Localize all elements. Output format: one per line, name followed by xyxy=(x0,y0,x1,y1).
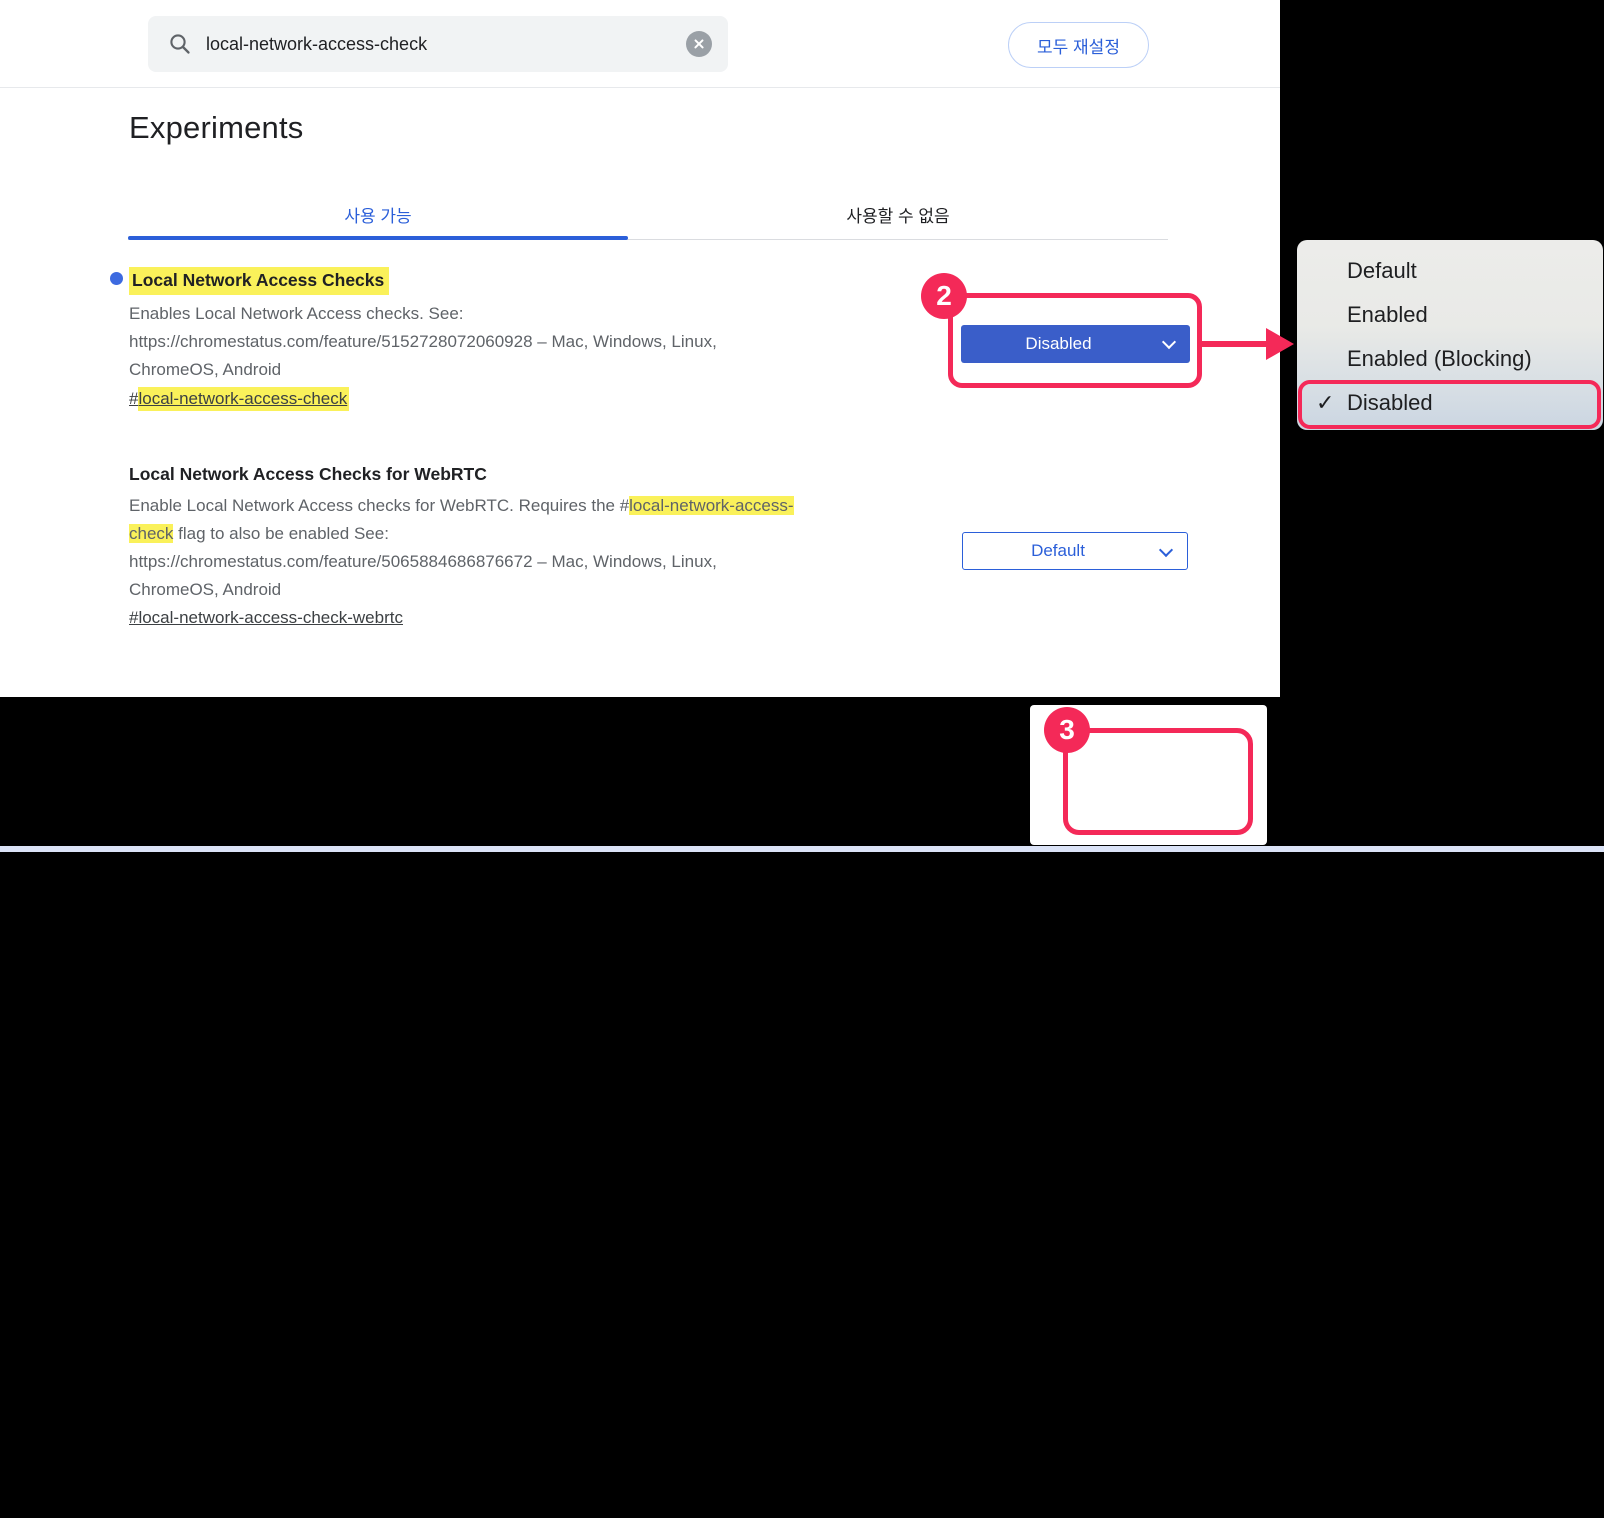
annotation-arrow-shaft xyxy=(1200,341,1270,347)
screenshot-canvas: local-network-access-check 모두 재설정 Experi… xyxy=(0,0,1604,852)
flag1-title: Local Network Access Checks xyxy=(129,267,389,295)
annotation-box-step3 xyxy=(1063,728,1253,835)
annotation-badge-step3: 3 xyxy=(1044,707,1090,753)
flag2-desc-part2: flag to also be enabled See: xyxy=(173,524,389,543)
flag1-description-line1: Enables Local Network Access checks. See… xyxy=(129,304,464,324)
window-bottom-edge xyxy=(0,846,1604,852)
flag1-permalink[interactable]: #local-network-access-check xyxy=(129,389,349,409)
annotation-badge-step2: 2 xyxy=(921,273,967,319)
active-tab-underline xyxy=(128,236,628,240)
flag2-select-value: Default xyxy=(1031,541,1085,561)
search-input[interactable]: local-network-access-check xyxy=(148,16,728,72)
flag2-desc-part1: Enable Local Network Access checks for W… xyxy=(129,496,629,515)
flag2-description-line1: Enable Local Network Access checks for W… xyxy=(129,496,794,516)
menu-item-enabled-blocking[interactable]: Enabled (Blocking) xyxy=(1297,337,1603,381)
annotation-box-disabled-option xyxy=(1298,380,1601,429)
flag1-description-line2: https://chromestatus.com/feature/5152728… xyxy=(129,332,717,352)
chevron-down-icon xyxy=(1159,543,1173,557)
reset-all-button[interactable]: 모두 재설정 xyxy=(1008,22,1149,68)
annotation-arrow-head-icon xyxy=(1266,328,1294,360)
flag2-description-line3: https://chromestatus.com/feature/5065884… xyxy=(129,552,717,572)
flag2-description-line4: ChromeOS, Android xyxy=(129,580,281,600)
flag-modified-dot xyxy=(110,272,123,285)
search-value[interactable]: local-network-access-check xyxy=(206,34,686,55)
menu-item-enabled[interactable]: Enabled xyxy=(1297,293,1603,337)
flag2-desc-highlight1: local-network-access- xyxy=(629,496,793,515)
flag2-title: Local Network Access Checks for WebRTC xyxy=(129,464,487,485)
flag2-description-line2: check flag to also be enabled See: xyxy=(129,524,389,544)
menu-item-default[interactable]: Default xyxy=(1297,249,1603,293)
tab-available[interactable]: 사용 가능 xyxy=(128,192,628,236)
flag1-permalink-text: local-network-access-check xyxy=(138,387,349,411)
flag1-description-line3: ChromeOS, Android xyxy=(129,360,281,380)
annotation-box-step2 xyxy=(948,293,1202,388)
flag2-desc-highlight2: check xyxy=(129,524,173,543)
search-icon xyxy=(168,32,192,56)
flags-header: local-network-access-check 모두 재설정 xyxy=(0,0,1280,88)
flag2-select[interactable]: Default xyxy=(962,532,1188,570)
page-title: Experiments xyxy=(129,110,304,146)
flag2-permalink[interactable]: #local-network-access-check-webrtc xyxy=(129,608,403,628)
tab-unavailable[interactable]: 사용할 수 없음 xyxy=(628,192,1168,236)
clear-search-icon[interactable] xyxy=(686,31,712,57)
